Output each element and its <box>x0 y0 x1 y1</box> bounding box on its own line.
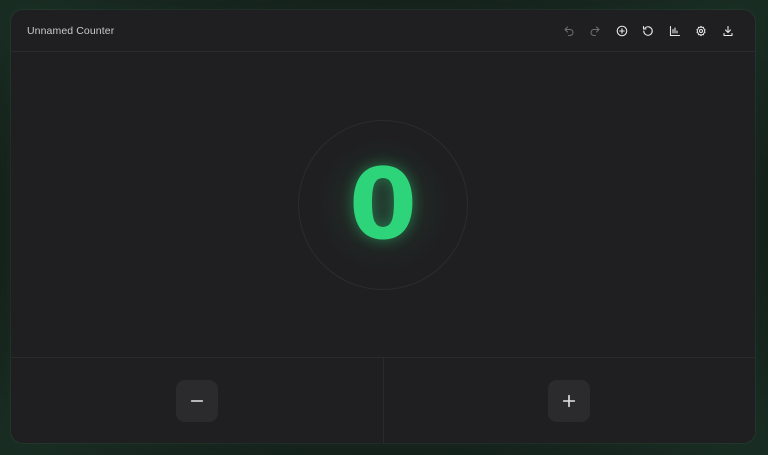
counter-display: 0 <box>11 52 755 357</box>
decrement-area[interactable] <box>11 358 383 443</box>
reset-button[interactable] <box>635 22 662 40</box>
redo-icon <box>590 26 600 36</box>
counter-title[interactable]: Unnamed Counter <box>27 25 114 37</box>
add-circle-icon <box>616 25 628 37</box>
increment-button[interactable] <box>548 379 591 422</box>
redo-button[interactable] <box>582 22 609 40</box>
counter-app: Unnamed Counter 0 <box>11 10 755 443</box>
settings-gear-icon <box>696 25 706 37</box>
decrement-button[interactable] <box>175 379 218 422</box>
counter-controls <box>11 357 755 443</box>
download-icon <box>723 25 733 37</box>
reset-icon <box>643 25 654 36</box>
settings-button[interactable] <box>688 22 715 40</box>
undo-icon <box>564 26 574 36</box>
increment-area[interactable] <box>382 358 756 443</box>
stats-chart-icon <box>669 25 680 37</box>
plus-icon <box>563 394 576 407</box>
stats-button[interactable] <box>662 22 689 40</box>
download-button[interactable] <box>715 22 742 40</box>
undo-button[interactable] <box>556 22 583 40</box>
toolbar <box>556 22 742 40</box>
add-counter-button[interactable] <box>609 22 636 40</box>
minus-icon <box>190 399 203 402</box>
app-header: Unnamed Counter <box>11 10 755 52</box>
counter-value: 0 <box>348 148 418 262</box>
